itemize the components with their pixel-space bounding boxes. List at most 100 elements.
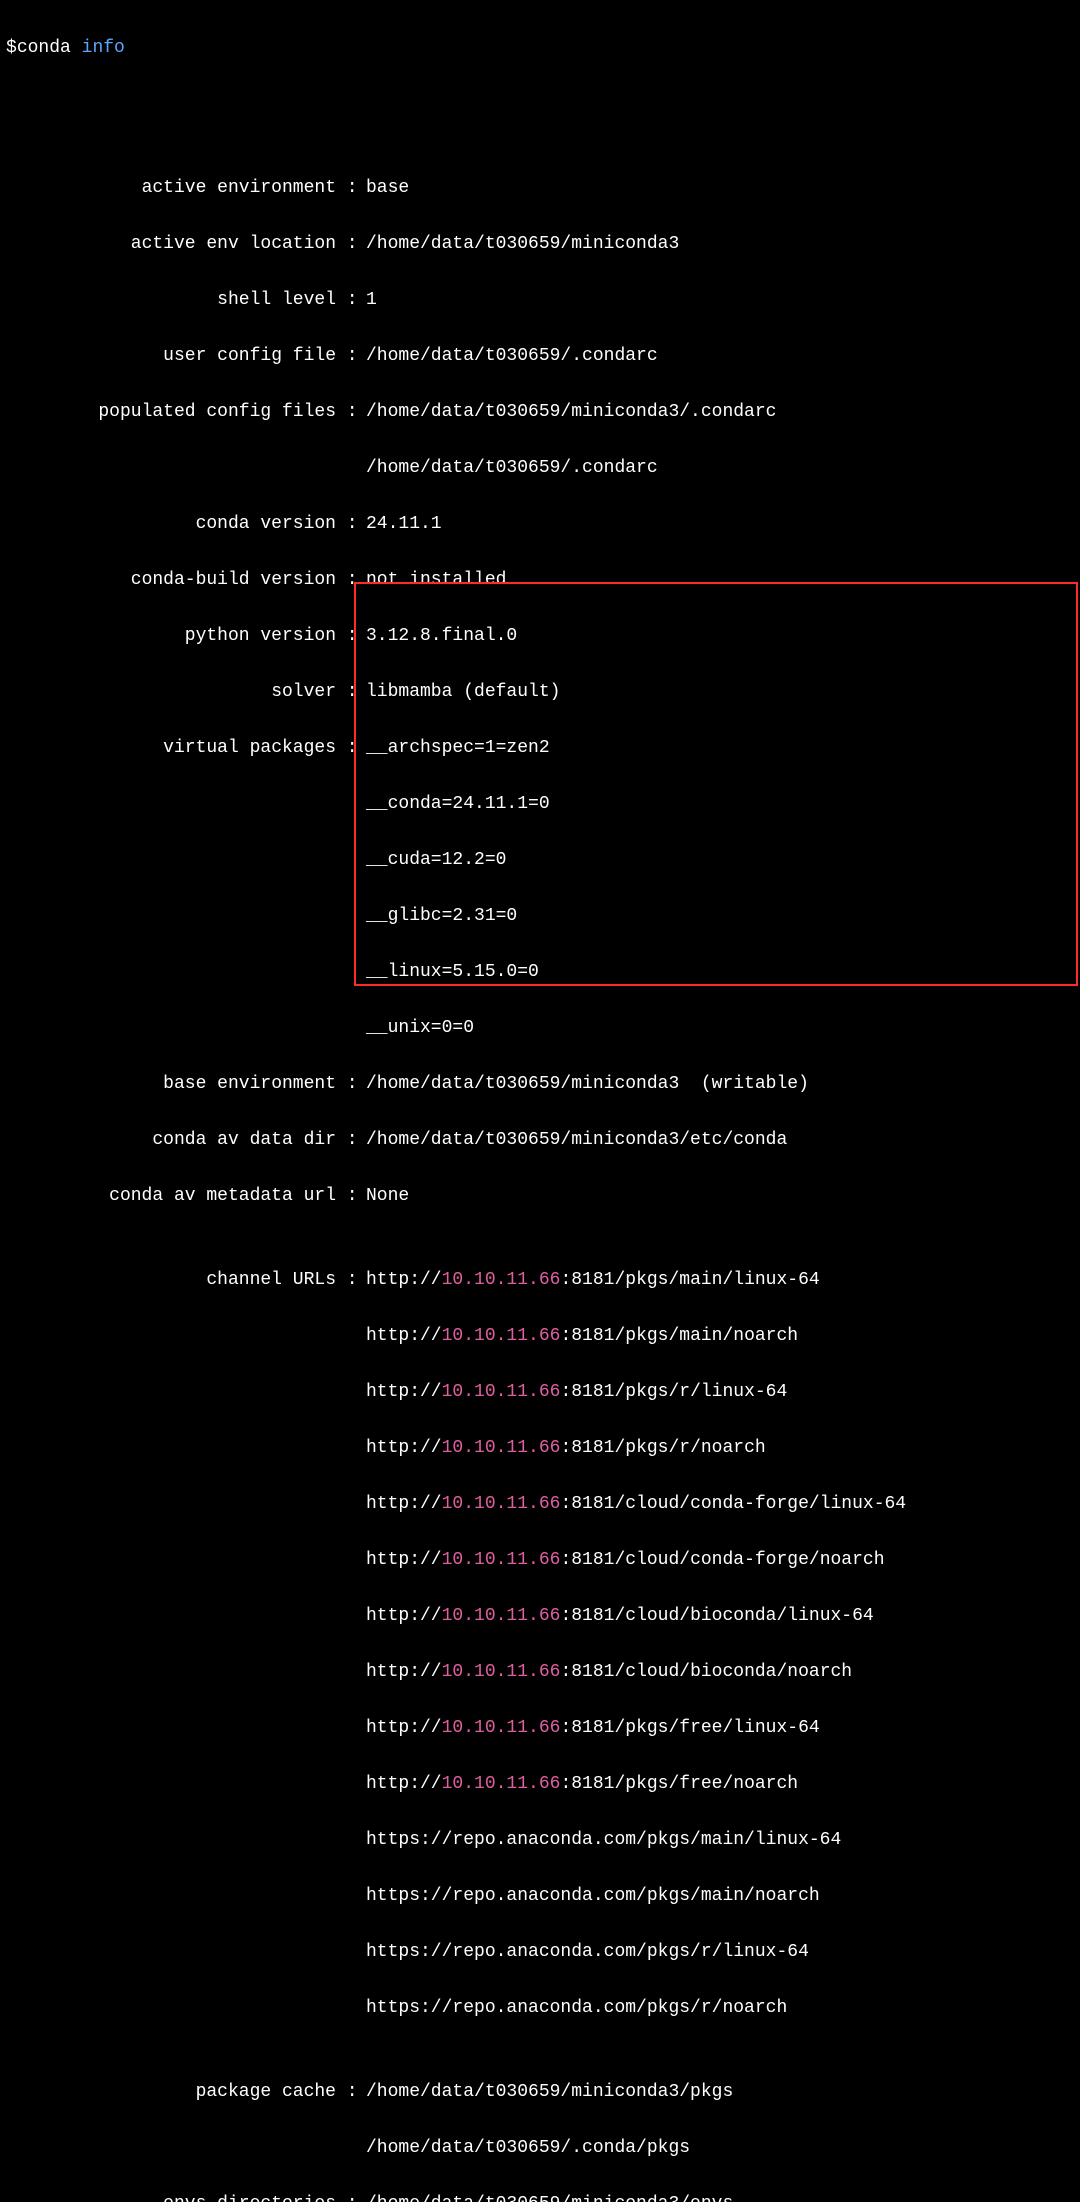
row-channel-urls-cont: http://10.10.11.66:8181/cloud/bioconda/l… — [366, 1602, 1074, 1630]
row-virtual-packages-cont: __linux=5.15.0=0 — [366, 958, 1074, 986]
url-post: :8181/pkgs/main/linux-64 — [560, 1270, 819, 1290]
separator: : — [336, 342, 366, 370]
label: package cache — [6, 2078, 336, 2106]
row-conda-av-data-dir: conda av data dir : /home/data/t030659/m… — [6, 1126, 1074, 1154]
url-value: https://repo.anaconda.com/pkgs/r/linux-6… — [366, 1942, 809, 1962]
url-ip: 10.10.11.66 — [442, 1550, 561, 1570]
url-pre: http:// — [366, 1774, 442, 1794]
value: /home/data/t030659/miniconda3/envs — [366, 2190, 733, 2202]
url-post: :8181/pkgs/r/noarch — [560, 1438, 765, 1458]
row-channel-urls-cont: http://10.10.11.66:8181/cloud/conda-forg… — [366, 1546, 1074, 1574]
label: solver — [6, 678, 336, 706]
url-pre: http:// — [366, 1438, 442, 1458]
row-virtual-packages: virtual packages : __archspec=1=zen2 — [6, 734, 1074, 762]
url-value: https://repo.anaconda.com/pkgs/main/noar… — [366, 1886, 820, 1906]
value: /home/data/t030659/.condarc — [366, 342, 658, 370]
url-value: http://10.10.11.66:8181/pkgs/main/linux-… — [366, 1266, 820, 1294]
url-post: :8181/pkgs/r/linux-64 — [560, 1382, 787, 1402]
label: shell level — [6, 286, 336, 314]
row-channel-urls-cont: http://10.10.11.66:8181/pkgs/free/noarch — [366, 1770, 1074, 1798]
value: not installed — [366, 566, 506, 594]
separator: : — [336, 1126, 366, 1154]
row-channel-urls-cont: https://repo.anaconda.com/pkgs/r/noarch — [366, 1994, 1074, 2022]
row-channel-urls-cont: http://10.10.11.66:8181/pkgs/main/noarch — [366, 1322, 1074, 1350]
url-pre: http:// — [366, 1550, 442, 1570]
url-post: :8181/cloud/bioconda/linux-64 — [560, 1606, 873, 1626]
row-virtual-packages-cont: __cuda=12.2=0 — [366, 846, 1074, 874]
row-channel-urls-cont: http://10.10.11.66:8181/pkgs/free/linux-… — [366, 1714, 1074, 1742]
value: None — [366, 1182, 409, 1210]
url-pre: http:// — [366, 1606, 442, 1626]
separator: : — [336, 2078, 366, 2106]
url-pre: http:// — [366, 1270, 442, 1290]
value: libmamba (default) — [366, 678, 560, 706]
blank-line — [6, 90, 1074, 118]
value: __glibc=2.31=0 — [366, 906, 517, 926]
prompt-symbol: $ — [6, 38, 17, 58]
label: envs directories — [6, 2190, 336, 2202]
separator: : — [336, 566, 366, 594]
row-channel-urls-cont: http://10.10.11.66:8181/cloud/conda-forg… — [366, 1490, 1074, 1518]
label: conda av data dir — [6, 1126, 336, 1154]
value: __archspec=1=zen2 — [366, 734, 550, 762]
url-ip: 10.10.11.66 — [442, 1774, 561, 1794]
row-virtual-packages-cont: __unix=0=0 — [366, 1014, 1074, 1042]
row-package-cache: package cache : /home/data/t030659/minic… — [6, 2078, 1074, 2106]
row-conda-build-version: conda-build version : not installed — [6, 566, 1074, 594]
url-ip: 10.10.11.66 — [442, 1662, 561, 1682]
url-pre: http:// — [366, 1382, 442, 1402]
value: /home/data/t030659/miniconda3/.condarc — [366, 398, 776, 426]
value: /home/data/t030659/miniconda3/pkgs — [366, 2078, 733, 2106]
url-ip: 10.10.11.66 — [442, 1382, 561, 1402]
separator: : — [336, 734, 366, 762]
row-active-environment: active environment : base — [6, 174, 1074, 202]
command-name: conda — [17, 38, 71, 58]
label: conda av metadata url — [6, 1182, 336, 1210]
separator: : — [336, 510, 366, 538]
value: /home/data/t030659/miniconda3 (writable) — [366, 1070, 809, 1098]
value: __conda=24.11.1=0 — [366, 794, 550, 814]
url-pre: http:// — [366, 1494, 442, 1514]
url-post: :8181/pkgs/main/noarch — [560, 1326, 798, 1346]
label: conda-build version — [6, 566, 336, 594]
row-solver: solver : libmamba (default) — [6, 678, 1074, 706]
separator: : — [336, 398, 366, 426]
row-virtual-packages-cont: __glibc=2.31=0 — [366, 902, 1074, 930]
label: populated config files — [6, 398, 336, 426]
value: /home/data/t030659/miniconda3/etc/conda — [366, 1126, 787, 1154]
row-channel-urls-cont: http://10.10.11.66:8181/cloud/bioconda/n… — [366, 1658, 1074, 1686]
label: virtual packages — [6, 734, 336, 762]
value: /home/data/t030659/.conda/pkgs — [366, 2138, 690, 2158]
label: conda version — [6, 510, 336, 538]
row-active-env-location: active env location : /home/data/t030659… — [6, 230, 1074, 258]
row-channel-urls-cont: http://10.10.11.66:8181/pkgs/r/linux-64 — [366, 1378, 1074, 1406]
row-package-cache-cont: /home/data/t030659/.conda/pkgs — [366, 2134, 1074, 2162]
label: python version — [6, 622, 336, 650]
separator: : — [336, 1182, 366, 1210]
separator: : — [336, 230, 366, 258]
row-channel-urls: channel URLs : http://10.10.11.66:8181/p… — [6, 1266, 1074, 1294]
value: 3.12.8.final.0 — [366, 622, 517, 650]
separator: : — [336, 174, 366, 202]
label: active env location — [6, 230, 336, 258]
row-user-config-file: user config file : /home/data/t030659/.c… — [6, 342, 1074, 370]
value: 24.11.1 — [366, 510, 442, 538]
url-post: :8181/pkgs/free/noarch — [560, 1774, 798, 1794]
separator: : — [336, 1070, 366, 1098]
url-ip: 10.10.11.66 — [442, 1494, 561, 1514]
value: /home/data/t030659/miniconda3 — [366, 230, 679, 258]
url-post: :8181/cloud/conda-forge/linux-64 — [560, 1494, 906, 1514]
row-populated-config-files: populated config files : /home/data/t030… — [6, 398, 1074, 426]
url-ip: 10.10.11.66 — [442, 1718, 561, 1738]
label: user config file — [6, 342, 336, 370]
url-value: https://repo.anaconda.com/pkgs/main/linu… — [366, 1830, 841, 1850]
row-channel-urls-cont: https://repo.anaconda.com/pkgs/r/linux-6… — [366, 1938, 1074, 1966]
value: __unix=0=0 — [366, 1018, 474, 1038]
row-channel-urls-cont: https://repo.anaconda.com/pkgs/main/noar… — [366, 1882, 1074, 1910]
row-shell-level: shell level : 1 — [6, 286, 1074, 314]
command-arg: info — [82, 38, 125, 58]
url-pre: http:// — [366, 1326, 442, 1346]
url-ip: 10.10.11.66 — [442, 1326, 561, 1346]
url-pre: http:// — [366, 1662, 442, 1682]
row-channel-urls-cont: http://10.10.11.66:8181/pkgs/r/noarch — [366, 1434, 1074, 1462]
